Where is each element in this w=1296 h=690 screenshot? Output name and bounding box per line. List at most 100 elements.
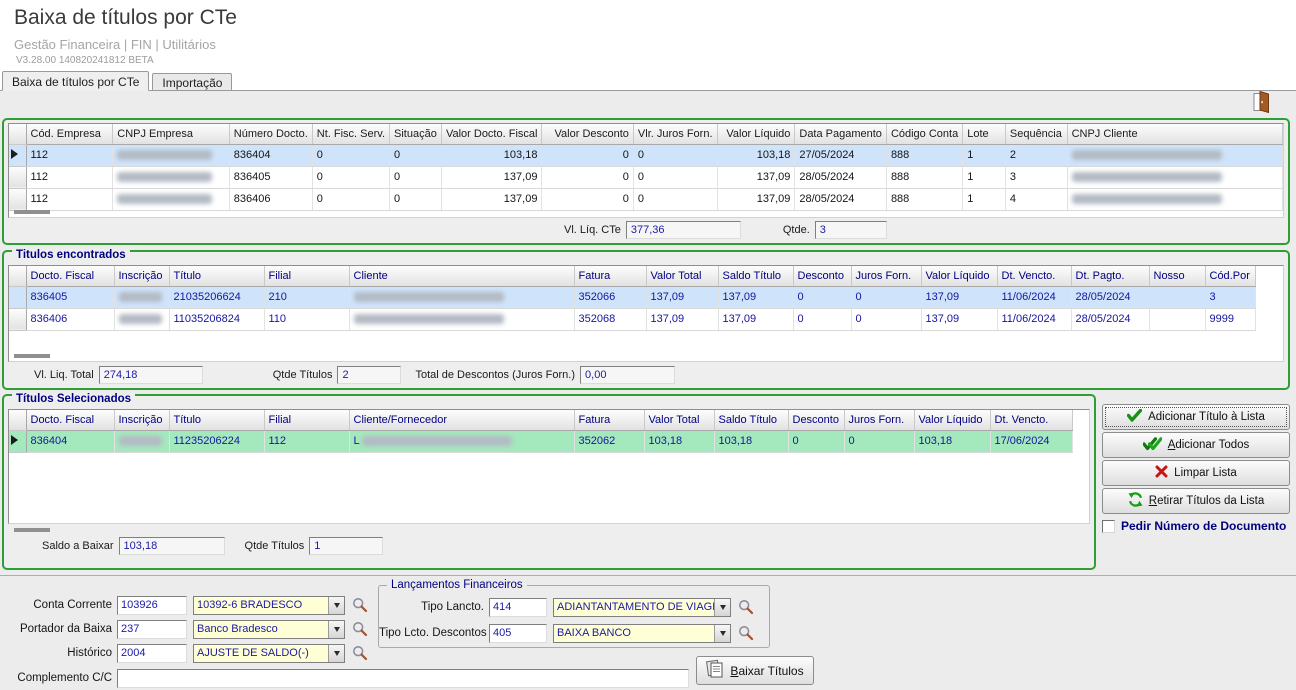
portador-select[interactable]: Banco Bradesco: [193, 620, 345, 639]
titulos-encontrados-footer: Vl. Liq. Total 274,18 Qtde Títulos 2 Tot…: [8, 365, 1284, 385]
column-header[interactable]: Saldo Título: [714, 410, 788, 430]
chevron-down-icon[interactable]: [328, 645, 344, 662]
checkbox-box[interactable]: [1102, 520, 1115, 533]
column-header[interactable]: Data Pagamento: [795, 124, 887, 144]
adicionar-titulo-button[interactable]: Adicionar Título à Lista: [1102, 404, 1290, 430]
column-header[interactable]: Situação: [390, 124, 442, 144]
tipo-lancto-select[interactable]: ADIANTANTAMENTO DE VIAGEM: [553, 598, 731, 617]
table-row[interactable]: 11283640600137,0900137,0928/05/202488814: [9, 188, 1283, 210]
cell: 0: [312, 166, 389, 188]
column-header[interactable]: CNPJ Empresa: [113, 124, 230, 144]
horizontal-scrollbar[interactable]: [14, 528, 50, 532]
column-header[interactable]: Título: [169, 410, 264, 430]
tab-bar: Baixa de títulos por CTe Importação: [0, 71, 1296, 91]
column-header[interactable]: Valor Total: [646, 266, 718, 286]
horizontal-scrollbar[interactable]: [14, 354, 50, 358]
vl-liq-cte-label: Vl. Líq. CTe: [564, 224, 621, 236]
column-header[interactable]: Valor Líquido: [921, 266, 997, 286]
column-header[interactable]: Dt. Pagto.: [1071, 266, 1149, 286]
column-header[interactable]: Fatura: [574, 266, 646, 286]
column-header[interactable]: Docto. Fiscal: [26, 410, 114, 430]
conta-corrente-code-input[interactable]: [117, 596, 187, 615]
column-header[interactable]: Lote: [963, 124, 1006, 144]
horizontal-scrollbar[interactable]: [14, 210, 50, 214]
column-header[interactable]: Juros Forn.: [851, 266, 921, 286]
table-row[interactable]: 83640611035206824110352068137,09137,0900…: [9, 308, 1255, 330]
table-row[interactable]: 11283640400103,1800103,1827/05/202488812: [9, 144, 1283, 166]
titulos-encontrados-grid: Docto. FiscalInscriçãoTítuloFilialClient…: [8, 265, 1284, 362]
redacted-text: [119, 314, 162, 324]
column-header[interactable]: CNPJ Cliente: [1067, 124, 1282, 144]
column-header[interactable]: Cliente/Fornecedor: [349, 410, 574, 430]
tipo-lancto-label: Tipo Lancto.: [379, 601, 484, 613]
column-header[interactable]: Valor Desconto: [542, 124, 633, 144]
column-header[interactable]: Número Docto.: [229, 124, 312, 144]
column-header[interactable]: Dt. Vencto.: [997, 266, 1071, 286]
tipo-lcto-descontos-code-input[interactable]: [489, 624, 547, 643]
portador-code-input[interactable]: [117, 620, 187, 639]
column-header[interactable]: Valor Total: [644, 410, 714, 430]
tipo-lcto-descontos-select[interactable]: BAIXA BANCO: [553, 624, 731, 643]
historico-code-input[interactable]: [117, 644, 187, 663]
column-header[interactable]: Cliente: [349, 266, 574, 286]
adicionar-todos-button[interactable]: Adicionar Todos: [1102, 432, 1290, 458]
tipo-lancto-code-input[interactable]: [489, 598, 547, 617]
cell: 28/05/2024: [1071, 286, 1149, 308]
retirar-titulos-button[interactable]: Retirar Títulos da Lista: [1102, 488, 1290, 514]
cell: 11/06/2024: [997, 286, 1071, 308]
limpar-lista-button[interactable]: Limpar Lista: [1102, 460, 1290, 486]
column-header[interactable]: Filial: [264, 410, 349, 430]
column-header[interactable]: Valor Líquido: [717, 124, 795, 144]
column-header[interactable]: Inscrição: [114, 266, 169, 286]
table-row[interactable]: 83640411235206224112L 352062103,18103,18…: [9, 430, 1072, 452]
vl-liq-cte-value: 377,36: [626, 221, 741, 239]
search-icon[interactable]: [351, 596, 369, 614]
complemento-input[interactable]: [117, 669, 689, 688]
cell: 103,18: [441, 144, 542, 166]
column-header[interactable]: Cód. Empresa: [26, 124, 113, 144]
column-header[interactable]: Docto. Fiscal: [26, 266, 114, 286]
column-header[interactable]: Desconto: [788, 410, 844, 430]
tab-importacao[interactable]: Importação: [152, 73, 232, 90]
column-header[interactable]: Valor Líquido: [914, 410, 990, 430]
column-header[interactable]: Desconto: [793, 266, 851, 286]
tab-baixa-de-titulos[interactable]: Baixa de títulos por CTe: [2, 71, 149, 91]
search-icon[interactable]: [351, 644, 369, 662]
search-icon[interactable]: [737, 624, 755, 642]
column-header[interactable]: Vlr. Juros Forn.: [633, 124, 717, 144]
baixar-titulos-button[interactable]: Baixar Títulos: [696, 656, 814, 685]
conta-corrente-select[interactable]: 10392-6 BRADESCO: [193, 596, 345, 615]
chevron-down-icon[interactable]: [328, 597, 344, 614]
table-row[interactable]: 11283640500137,0900137,0928/05/202488813: [9, 166, 1283, 188]
table-row[interactable]: 83640521035206624210352066137,09137,0900…: [9, 286, 1255, 308]
search-icon[interactable]: [737, 598, 755, 616]
column-header[interactable]: Título: [169, 266, 264, 286]
cell: 137,09: [441, 166, 542, 188]
cell: [114, 430, 169, 452]
column-header[interactable]: Nosso: [1149, 266, 1205, 286]
column-header[interactable]: Sequência: [1005, 124, 1067, 144]
cell: 888: [886, 166, 962, 188]
titulos-selecionados-panel: Títulos Selecionados Docto. FiscalInscri…: [2, 394, 1096, 570]
redacted-text: [354, 314, 504, 324]
pedir-numero-documento-checkbox[interactable]: Pedir Número de Documento: [1102, 519, 1290, 533]
exit-door-icon[interactable]: [1249, 90, 1273, 116]
column-header[interactable]: Fatura: [574, 410, 644, 430]
column-header[interactable]: Cód.Por: [1205, 266, 1255, 286]
column-header[interactable]: Código Conta: [886, 124, 962, 144]
column-header[interactable]: Valor Docto. Fiscal: [441, 124, 542, 144]
search-icon[interactable]: [351, 620, 369, 638]
cell: 112: [264, 430, 349, 452]
cell: 352068: [574, 308, 646, 330]
chevron-down-icon[interactable]: [714, 625, 730, 642]
column-header[interactable]: Saldo Título: [718, 266, 793, 286]
historico-select[interactable]: AJUSTE DE SALDO(-): [193, 644, 345, 663]
row-indicator: [9, 430, 26, 452]
column-header[interactable]: Filial: [264, 266, 349, 286]
column-header[interactable]: Juros Forn.: [844, 410, 914, 430]
column-header[interactable]: Dt. Vencto.: [990, 410, 1072, 430]
column-header[interactable]: Nt. Fisc. Serv.: [312, 124, 389, 144]
chevron-down-icon[interactable]: [714, 599, 730, 616]
column-header[interactable]: Inscrição: [114, 410, 169, 430]
chevron-down-icon[interactable]: [328, 621, 344, 638]
